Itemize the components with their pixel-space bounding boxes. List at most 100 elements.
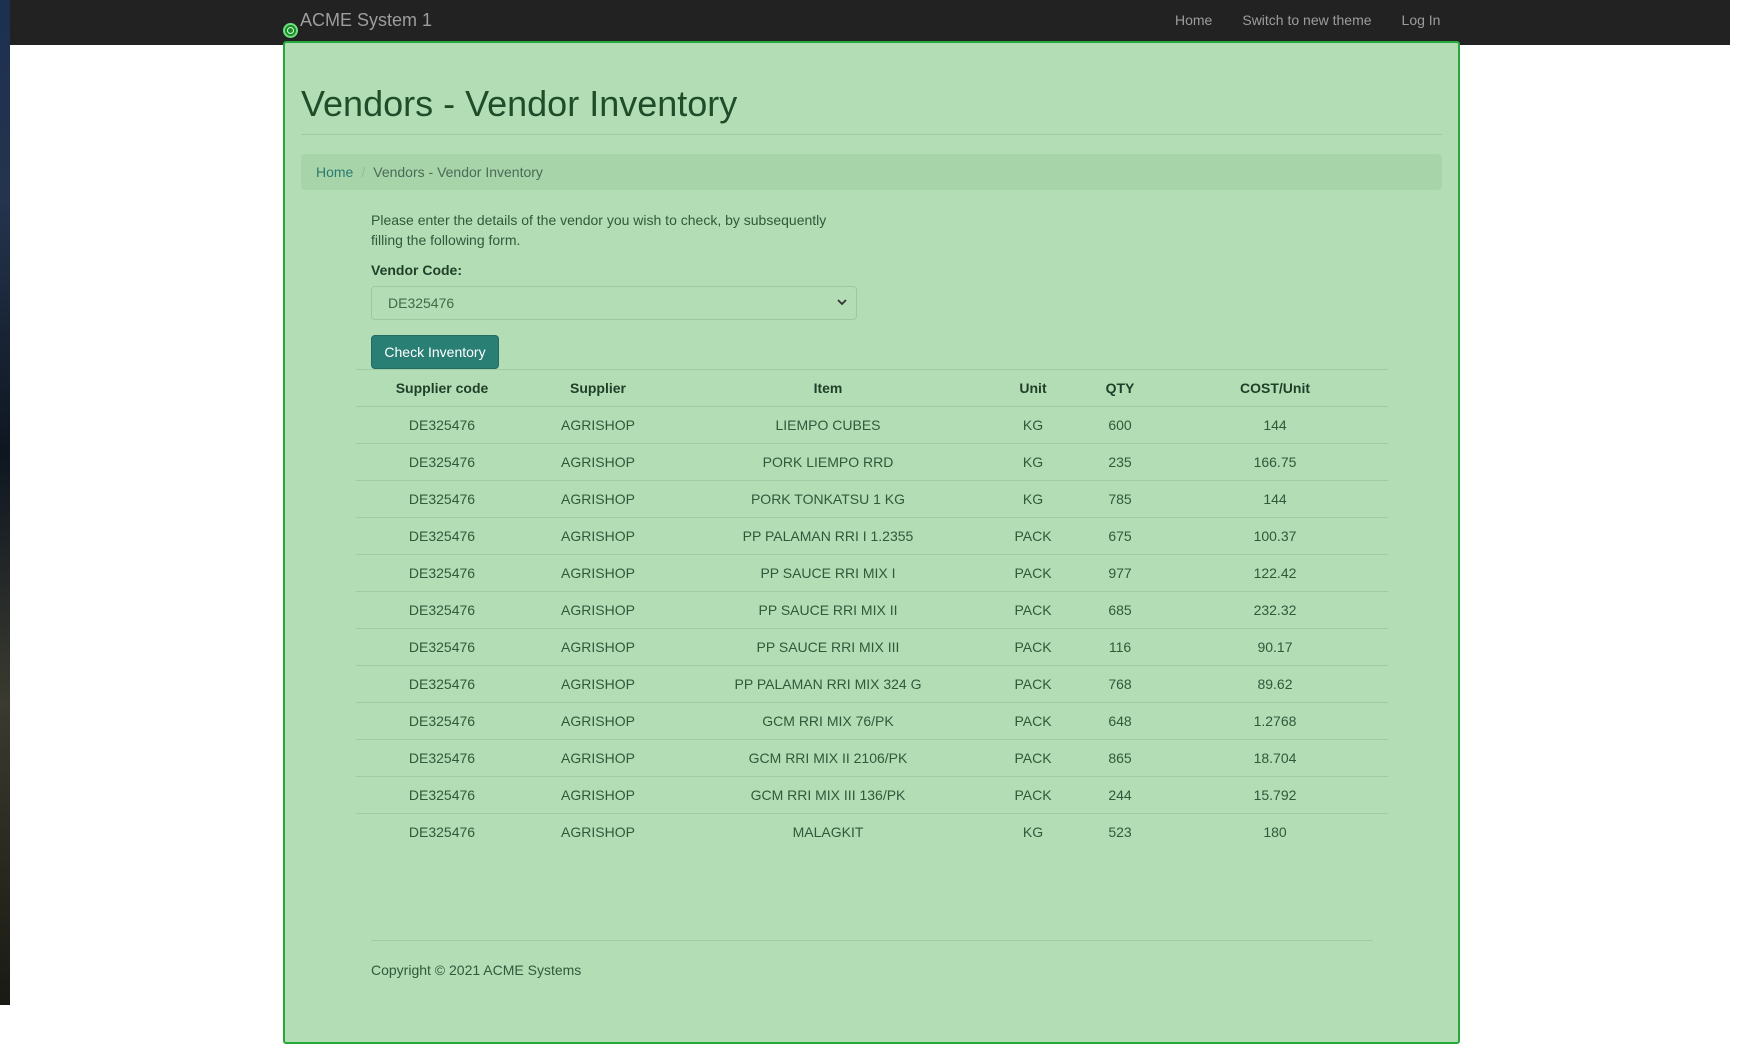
nav-home-link[interactable]: Home: [1175, 12, 1212, 28]
cell-cost-unit: 100.37: [1162, 517, 1388, 555]
cell-supplier-code: DE325476: [356, 628, 528, 666]
cell-unit: PACK: [988, 517, 1078, 555]
header-qty: QTY: [1078, 369, 1162, 407]
brand-link[interactable]: ACME System 1: [300, 10, 432, 31]
cell-supplier: AGRISHOP: [528, 591, 668, 629]
check-inventory-button[interactable]: Check Inventory: [371, 335, 499, 369]
cell-qty: 116: [1078, 628, 1162, 666]
table-row: DE325476 AGRISHOP PP SAUCE RRI MIX I PACK 97…: [356, 554, 1388, 592]
table-row: DE325476 AGRISHOP PORK TONKATSU 1 KG KG 785 1…: [356, 480, 1388, 518]
cell-supplier-code: DE325476: [356, 554, 528, 592]
vendor-code-selected-value: DE325476: [388, 295, 455, 311]
cell-supplier-code: DE325476: [356, 443, 528, 481]
cell-supplier: AGRISHOP: [528, 517, 668, 555]
cell-cost-unit: 144: [1162, 480, 1388, 518]
cell-item: GCM RRI MIX II 2106/PK: [668, 739, 988, 777]
cell-unit: KG: [988, 443, 1078, 481]
nav-login-link[interactable]: Log In: [1402, 12, 1441, 28]
table-row: DE325476 AGRISHOP MALAGKIT KG 523 180: [356, 813, 1388, 850]
table-row: DE325476 AGRISHOP PP SAUCE RRI MIX III PACK…: [356, 628, 1388, 666]
cell-supplier: AGRISHOP: [528, 813, 668, 850]
cell-qty: 648: [1078, 702, 1162, 740]
cell-qty: 768: [1078, 665, 1162, 703]
cell-supplier-code: DE325476: [356, 776, 528, 814]
cell-qty: 523: [1078, 813, 1162, 850]
cell-supplier: AGRISHOP: [528, 443, 668, 481]
cell-supplier: AGRISHOP: [528, 739, 668, 777]
breadcrumb-separator: /: [361, 164, 366, 180]
cell-supplier: AGRISHOP: [528, 554, 668, 592]
cell-qty: 865: [1078, 739, 1162, 777]
cell-cost-unit: 90.17: [1162, 628, 1388, 666]
cell-unit: KG: [988, 406, 1078, 444]
cell-cost-unit: 232.32: [1162, 591, 1388, 629]
focus-indicator-icon: [283, 23, 298, 38]
cell-item: LIEMPO CUBES: [668, 406, 988, 444]
form-instructions: Please enter the details of the vendor y…: [371, 212, 827, 248]
cell-item: PP SAUCE RRI MIX II: [668, 591, 988, 629]
cell-qty: 977: [1078, 554, 1162, 592]
cell-cost-unit: 144: [1162, 406, 1388, 444]
table-header-row: Supplier code Supplier Item Unit QTY COS…: [356, 369, 1388, 407]
table-row: DE325476 AGRISHOP PORK LIEMPO RRD KG 235 166.…: [356, 443, 1388, 481]
cell-item: PP SAUCE RRI MIX III: [668, 628, 988, 666]
cell-cost-unit: 89.62: [1162, 665, 1388, 703]
cell-cost-unit: 166.75: [1162, 443, 1388, 481]
cell-qty: 785: [1078, 480, 1162, 518]
header-unit: Unit: [988, 369, 1078, 407]
cell-cost-unit: 180: [1162, 813, 1388, 850]
cell-unit: KG: [988, 480, 1078, 518]
top-navbar: ACME System 1 Home Switch to new theme L…: [10, 0, 1730, 45]
breadcrumb: Home / Vendors - Vendor Inventory: [301, 154, 1442, 190]
title-divider: [301, 134, 1442, 135]
cell-supplier: AGRISHOP: [528, 665, 668, 703]
cell-item: MALAGKIT: [668, 813, 988, 850]
cell-cost-unit: 122.42: [1162, 554, 1388, 592]
cell-item: GCM RRI MIX 76/PK: [668, 702, 988, 740]
footer-divider: [371, 940, 1373, 941]
cell-supplier-code: DE325476: [356, 406, 528, 444]
desktop-background-strip: [0, 0, 10, 1005]
table-row: DE325476 AGRISHOP LIEMPO CUBES KG 600 144: [356, 406, 1388, 444]
copyright-text: Copyright © 2021 ACME Systems: [371, 962, 582, 978]
table-row: DE325476 AGRISHOP GCM RRI MIX II 2106/PK PA…: [356, 739, 1388, 777]
cell-unit: PACK: [988, 776, 1078, 814]
cell-supplier: AGRISHOP: [528, 406, 668, 444]
table-row: DE325476 AGRISHOP GCM RRI MIX III 136/PK PA…: [356, 776, 1388, 814]
cell-unit: PACK: [988, 628, 1078, 666]
cell-unit: PACK: [988, 554, 1078, 592]
cell-supplier: AGRISHOP: [528, 776, 668, 814]
breadcrumb-current: Vendors - Vendor Inventory: [373, 164, 543, 180]
cell-qty: 600: [1078, 406, 1162, 444]
nav-links: Home Switch to new theme Log In: [1175, 12, 1440, 28]
cell-cost-unit: 18.704: [1162, 739, 1388, 777]
nav-switch-theme-link[interactable]: Switch to new theme: [1242, 12, 1371, 28]
cell-supplier: AGRISHOP: [528, 480, 668, 518]
cell-unit: PACK: [988, 702, 1078, 740]
cell-cost-unit: 15.792: [1162, 776, 1388, 814]
cell-qty: 685: [1078, 591, 1162, 629]
cell-unit: PACK: [988, 739, 1078, 777]
cell-supplier-code: DE325476: [356, 813, 528, 850]
breadcrumb-home-link[interactable]: Home: [316, 164, 353, 180]
cell-item: PP SAUCE RRI MIX I: [668, 554, 988, 592]
table-row: DE325476 AGRISHOP PP SAUCE RRI MIX II PACK 6…: [356, 591, 1388, 629]
cell-qty: 675: [1078, 517, 1162, 555]
cell-item: PORK LIEMPO RRD: [668, 443, 988, 481]
header-supplier: Supplier: [528, 369, 668, 407]
cell-item: PP PALAMAN RRI I 1.2355: [668, 517, 988, 555]
table-row: DE325476 AGRISHOP PP PALAMAN RRI MIX 324 G…: [356, 665, 1388, 703]
cell-unit: PACK: [988, 665, 1078, 703]
cell-supplier-code: DE325476: [356, 665, 528, 703]
table-row: DE325476 AGRISHOP PP PALAMAN RRI I 1.2355 P…: [356, 517, 1388, 555]
cell-unit: KG: [988, 813, 1078, 850]
page-title: Vendors - Vendor Inventory: [301, 83, 738, 124]
cell-supplier: AGRISHOP: [528, 628, 668, 666]
cell-item: GCM RRI MIX III 136/PK: [668, 776, 988, 814]
cell-item: PP PALAMAN RRI MIX 324 G: [668, 665, 988, 703]
vendor-code-label: Vendor Code:: [371, 262, 463, 278]
cell-supplier: AGRISHOP: [528, 702, 668, 740]
vendor-code-select[interactable]: DE325476: [371, 286, 857, 320]
cell-supplier-code: DE325476: [356, 702, 528, 740]
chevron-down-icon: [837, 299, 847, 306]
